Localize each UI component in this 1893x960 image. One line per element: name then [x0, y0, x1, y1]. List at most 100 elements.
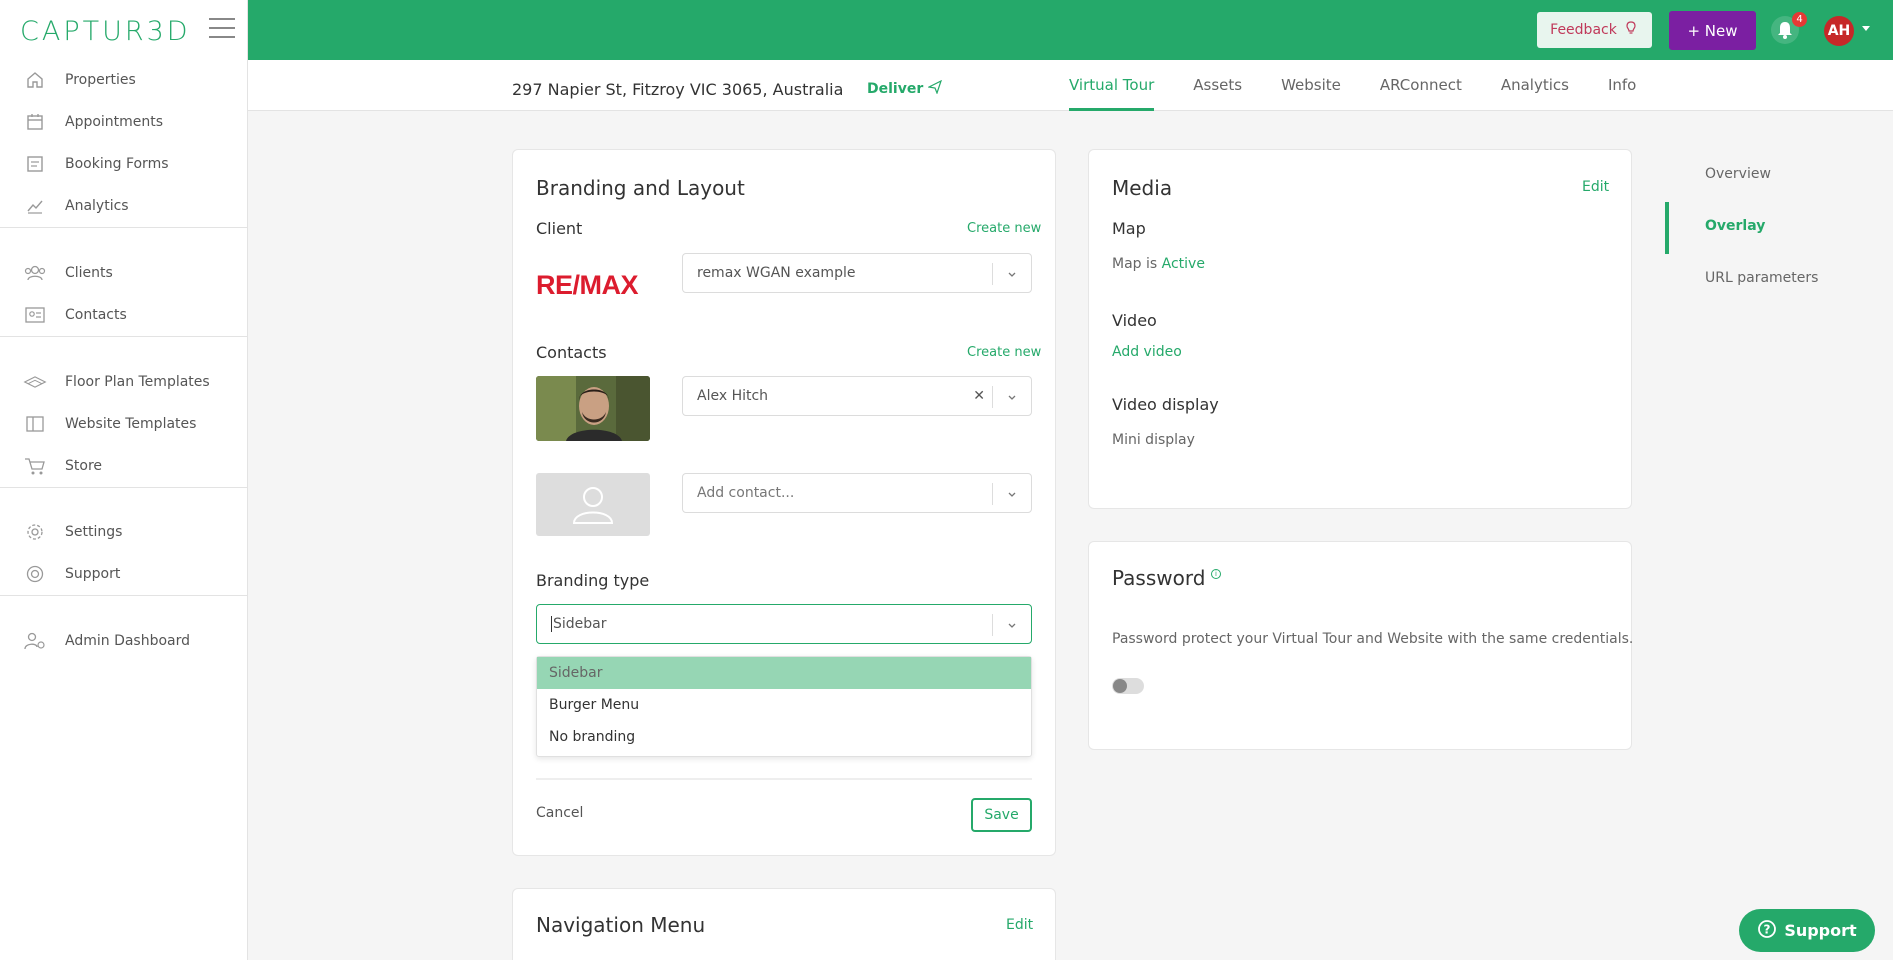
map-label: Map — [1112, 219, 1146, 238]
sidebar-item-admin-dashboard[interactable]: Admin Dashboard — [0, 620, 248, 662]
property-address: 297 Napier St, Fitzroy VIC 3065, Austral… — [512, 80, 844, 99]
map-status-prefix: Map is — [1112, 256, 1158, 272]
app-logo[interactable]: CAPTUR3D — [20, 16, 191, 47]
feedback-button[interactable]: Feedback — [1537, 12, 1652, 48]
sidebar-item-label: Booking Forms — [65, 156, 169, 172]
lightbulb-icon — [1623, 20, 1639, 40]
help-icon: ? — [1757, 919, 1777, 943]
media-edit-link[interactable]: Edit — [1582, 179, 1609, 195]
deliver-button[interactable]: Deliver — [867, 79, 943, 98]
form-icon — [23, 154, 47, 174]
contact-select[interactable]: Alex Hitch ✕ — [682, 376, 1032, 416]
admin-icon — [23, 631, 47, 651]
user-avatar[interactable]: AH — [1824, 16, 1854, 46]
create-new-client-link[interactable]: Create new — [967, 221, 1041, 236]
section-nav-label: Overview — [1705, 166, 1771, 182]
branding-type-value[interactable]: Sidebar — [551, 616, 607, 632]
branding-type-select[interactable]: Sidebar — [536, 604, 1032, 644]
create-new-contact-link[interactable]: Create new — [967, 345, 1041, 360]
info-icon[interactable]: i — [1211, 569, 1221, 579]
client-select[interactable]: remax WGAN example — [682, 253, 1032, 293]
sidebar-item-label: Appointments — [65, 114, 164, 130]
sidebar-item-analytics[interactable]: Analytics — [0, 185, 248, 227]
dropdown-option-sidebar[interactable]: Sidebar — [537, 657, 1031, 689]
cancel-button[interactable]: Cancel — [536, 805, 583, 821]
sidebar-item-label: Floor Plan Templates — [65, 374, 210, 390]
contact-card-icon — [23, 305, 47, 325]
chevron-down-icon[interactable] — [1862, 26, 1870, 31]
svg-text:?: ? — [1764, 922, 1771, 936]
branding-title: Branding and Layout — [536, 176, 745, 200]
section-nav-overview[interactable]: Overview — [1665, 150, 1865, 202]
sidebar-item-website-templates[interactable]: Website Templates — [0, 403, 248, 445]
chevron-down-icon[interactable] — [1007, 268, 1017, 278]
navigation-menu-edit-link[interactable]: Edit — [1006, 917, 1033, 933]
section-nav-label: URL parameters — [1705, 270, 1819, 286]
deliver-label: Deliver — [867, 81, 924, 97]
users-icon — [23, 263, 47, 283]
sidebar-item-label: Admin Dashboard — [65, 633, 191, 649]
home-icon — [23, 70, 47, 90]
client-logo: RE/MAX — [536, 270, 639, 300]
sidebar-item-label: Properties — [65, 72, 136, 88]
video-label: Video — [1112, 311, 1157, 330]
sidebar-item-store[interactable]: Store — [0, 445, 248, 487]
hamburger-menu-icon[interactable] — [209, 18, 235, 40]
feedback-label: Feedback — [1550, 22, 1617, 38]
client-select-value: remax WGAN example — [697, 265, 856, 281]
contact-photo — [536, 376, 650, 441]
section-nav-overlay[interactable]: Overlay — [1665, 202, 1865, 254]
sidebar-item-properties[interactable]: Properties — [0, 59, 248, 101]
new-button[interactable]: + New — [1669, 11, 1756, 50]
support-button[interactable]: ? Support — [1739, 909, 1875, 952]
media-title: Media — [1112, 176, 1173, 200]
client-label: Client — [536, 219, 583, 238]
tab-info[interactable]: Info — [1608, 60, 1636, 111]
tab-virtual-tour[interactable]: Virtual Tour — [1069, 60, 1155, 111]
tab-arconnect[interactable]: ARConnect — [1380, 60, 1462, 111]
section-nav-url-parameters[interactable]: URL parameters — [1665, 254, 1865, 306]
notification-badge: 4 — [1792, 12, 1807, 27]
contact-select-value: Alex Hitch — [697, 388, 769, 404]
sidebar-item-label: Store — [65, 458, 103, 474]
sidebar-item-support[interactable]: Support — [0, 553, 248, 595]
close-icon[interactable]: ✕ — [973, 388, 985, 404]
divider — [536, 778, 1032, 780]
empty-avatar — [536, 473, 650, 536]
nav-group-system: Settings Support — [0, 511, 248, 596]
navigation-menu-title: Navigation Menu — [536, 913, 706, 937]
sidebar-item-contacts[interactable]: Contacts — [0, 294, 248, 336]
save-button[interactable]: Save — [971, 798, 1032, 832]
chevron-down-icon[interactable] — [1007, 488, 1017, 498]
sidebar-item-floor-plan-templates[interactable]: Floor Plan Templates — [0, 361, 248, 403]
dropdown-option-no-branding[interactable]: No branding — [537, 721, 1031, 753]
add-contact-select[interactable]: Add contact... — [682, 473, 1032, 513]
sidebar-item-label: Support — [65, 566, 121, 582]
tab-website[interactable]: Website — [1281, 60, 1341, 111]
sidebar-item-clients[interactable]: Clients — [0, 252, 248, 294]
password-toggle[interactable] — [1112, 678, 1144, 694]
sidebar-item-settings[interactable]: Settings — [0, 511, 248, 553]
property-tabs: Virtual Tour Assets Website ARConnect An… — [1069, 60, 1675, 111]
add-video-link[interactable]: Add video — [1112, 344, 1182, 360]
sidebar-item-label: Analytics — [65, 198, 129, 214]
dropdown-option-burger-menu[interactable]: Burger Menu — [537, 689, 1031, 721]
video-display-label: Video display — [1112, 395, 1219, 414]
media-card — [1088, 149, 1632, 509]
sidebar-item-booking-forms[interactable]: Booking Forms — [0, 143, 248, 185]
cart-icon — [23, 456, 47, 476]
branding-type-dropdown: Sidebar Burger Menu No branding — [536, 656, 1032, 757]
chart-icon — [23, 196, 47, 216]
tab-assets[interactable]: Assets — [1193, 60, 1242, 111]
nav-group-people: Clients Contacts — [0, 252, 248, 337]
sidebar-item-appointments[interactable]: Appointments — [0, 101, 248, 143]
chevron-down-icon[interactable] — [1007, 391, 1017, 401]
chevron-down-icon[interactable] — [1007, 619, 1017, 629]
support-label: Support — [1784, 921, 1857, 940]
tab-analytics[interactable]: Analytics — [1501, 60, 1569, 111]
gear-icon — [23, 522, 47, 542]
sidebar-item-label: Settings — [65, 524, 123, 540]
nav-group-admin: Admin Dashboard — [0, 620, 248, 662]
map-status-text: Map is Active — [1112, 256, 1205, 272]
topbar: Feedback + New 4 AH — [248, 0, 1893, 60]
